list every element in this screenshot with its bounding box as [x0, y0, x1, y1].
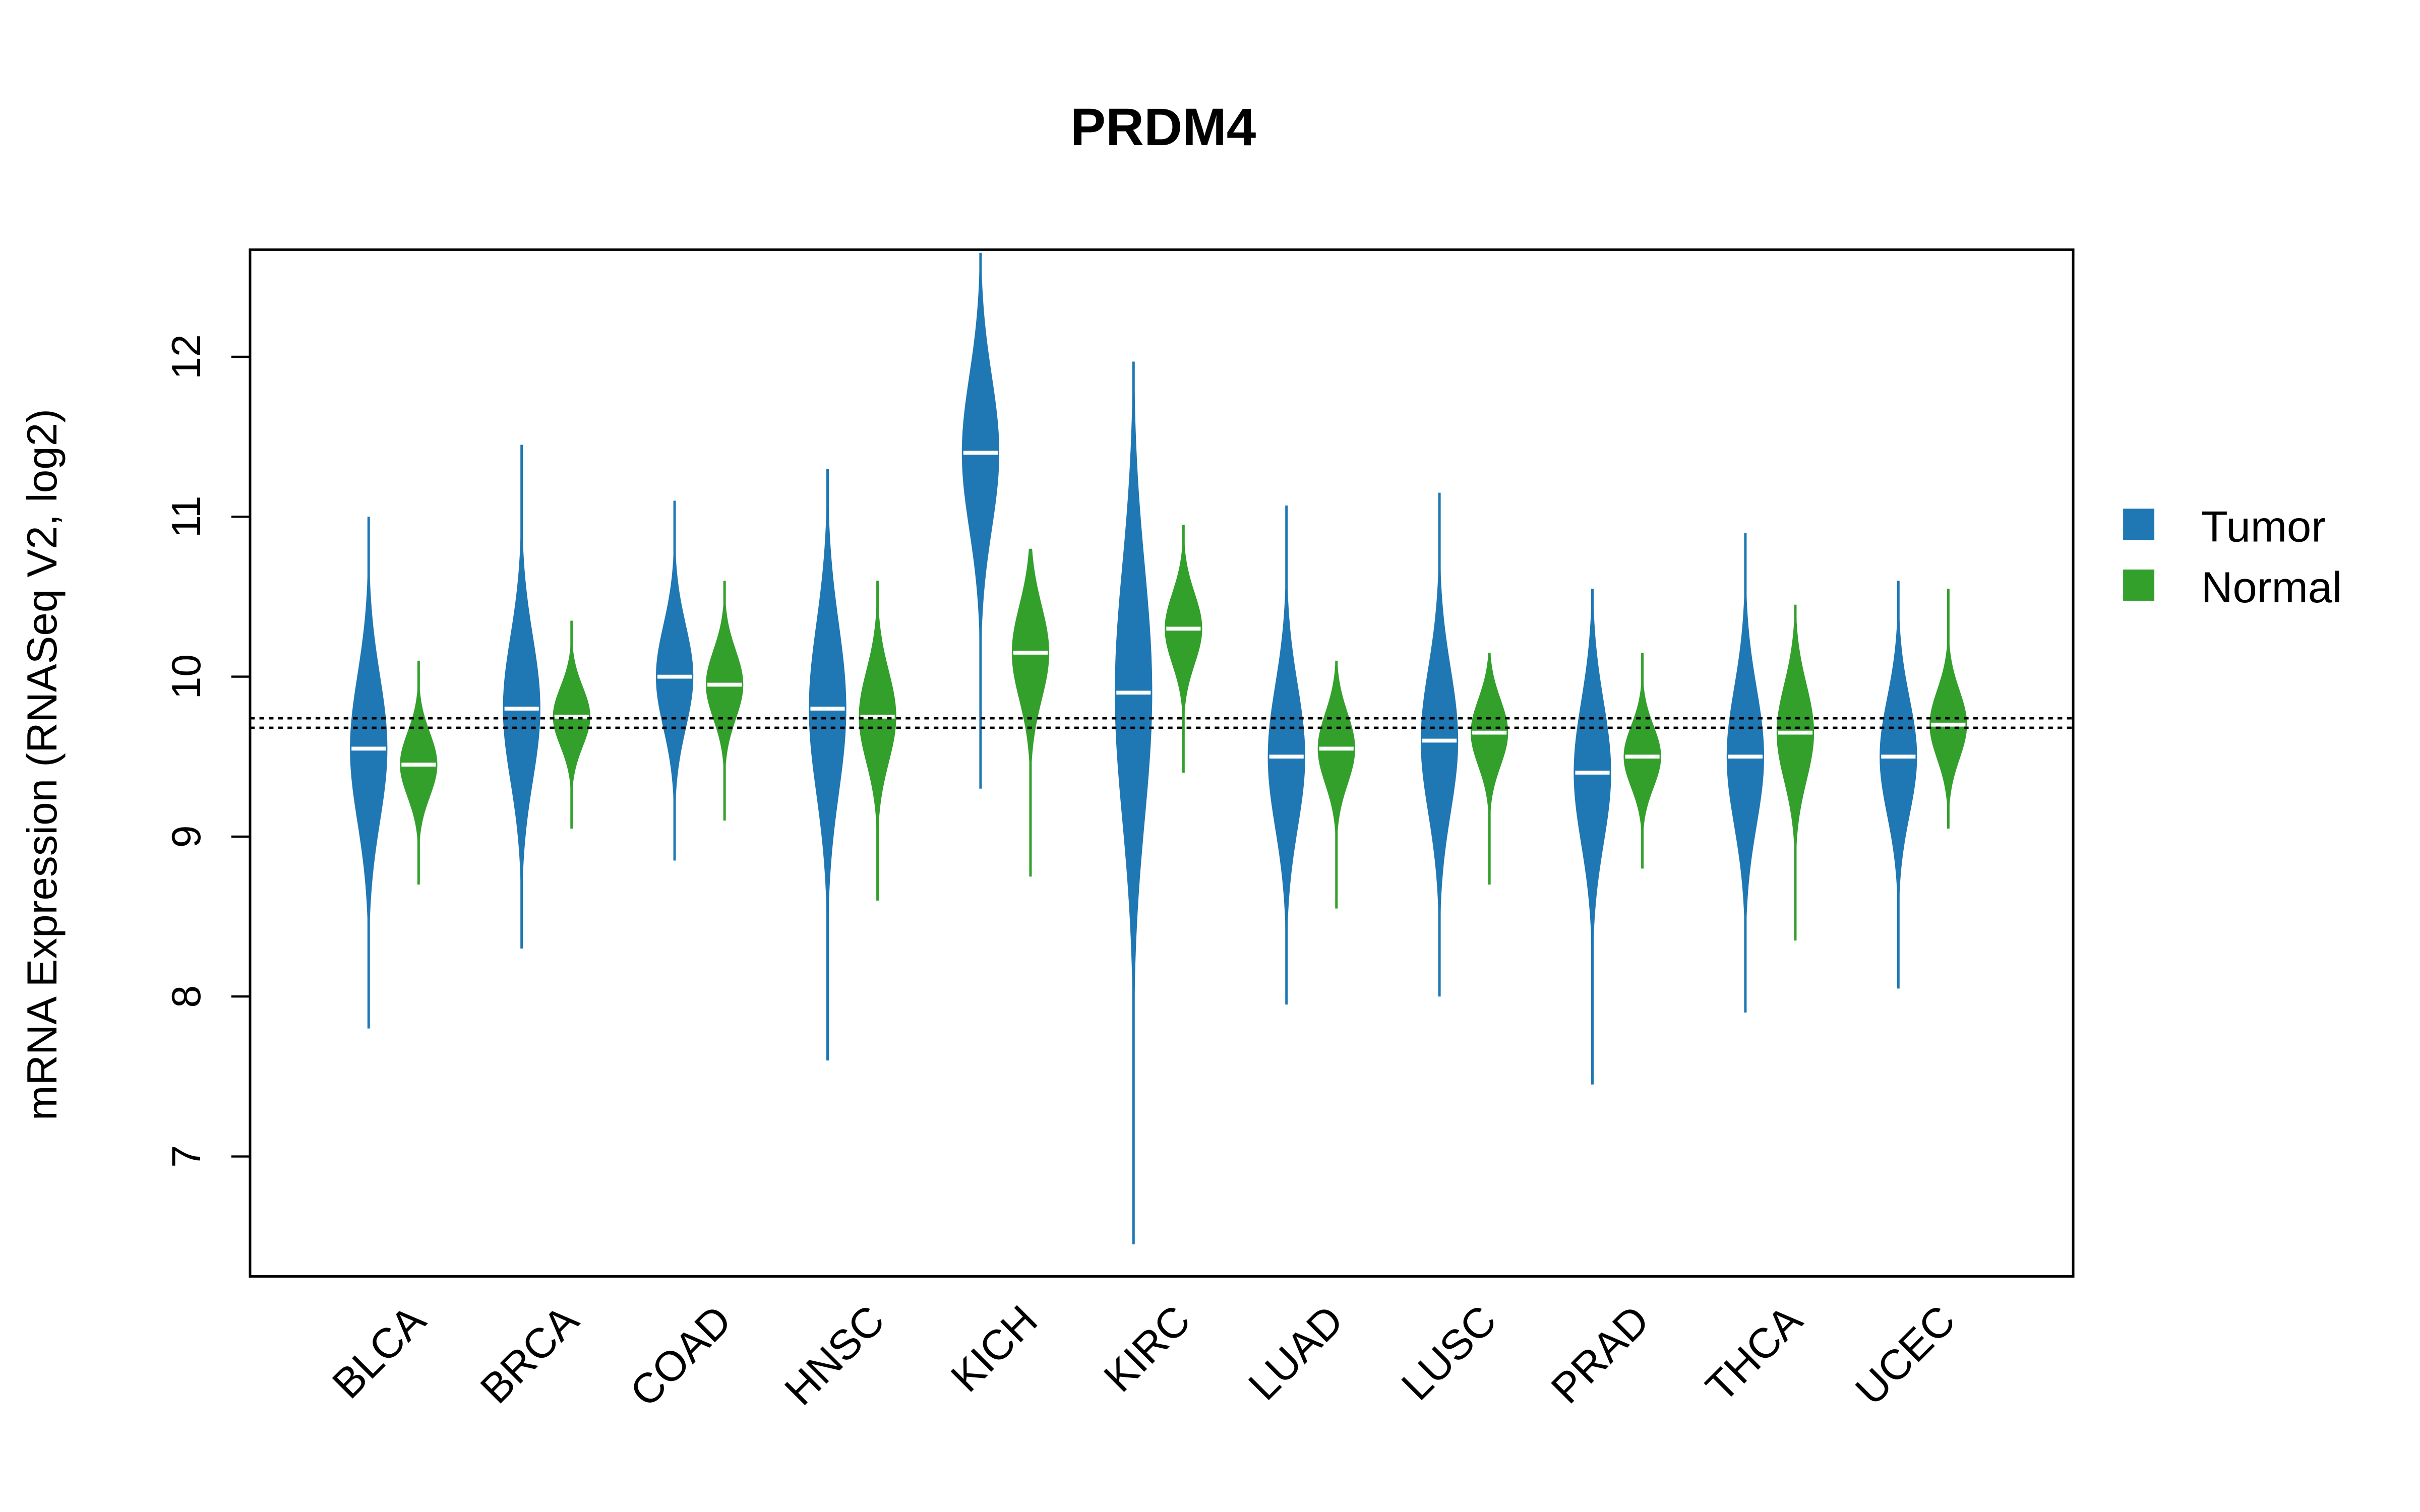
y-tick-label: 12 [164, 334, 209, 380]
x-tick-label: KICH [942, 1296, 1047, 1401]
y-axis-label: mRNA Expression (RNASeq V2, log2) [18, 409, 66, 1120]
y-tick-label: 9 [164, 826, 209, 848]
x-tick-label: BRCA [471, 1296, 587, 1412]
violin-normal-prad [1623, 652, 1661, 869]
violin-normal-blca [400, 660, 438, 885]
violin-normal-lusc [1471, 652, 1508, 885]
legend: Tumor Normal [2123, 502, 2342, 612]
violin-tumor-kirc [1115, 361, 1153, 1245]
violin-tumor-hnsc [809, 469, 846, 1061]
x-tick-label: LUAD [1239, 1296, 1352, 1409]
violin-tumor-lusc [1421, 492, 1459, 997]
legend-label-normal: Normal [2201, 563, 2342, 612]
violin-tumor-ucec [1880, 581, 1917, 989]
violin-normal-kich [1011, 548, 1050, 877]
violin-chart: PRDM4 mRNA Expression (RNASeq V2, log2) … [18, 98, 2342, 1416]
legend-label-tumor: Tumor [2201, 502, 2326, 551]
chart-title: PRDM4 [1070, 98, 1256, 157]
violin-normal-coad [706, 581, 744, 821]
violin-normal-kirc [1165, 525, 1202, 773]
y-tick-label: 10 [164, 654, 209, 700]
x-axis: BLCA BRCA COAD HNSC KICH KIRC LUAD LUSC PRAD THCA… [323, 1296, 1964, 1415]
plot-area [250, 253, 2074, 1245]
violin-tumor-blca [350, 517, 388, 1029]
y-axis: 7 8 9 10 11 12 [164, 334, 250, 1168]
violin-tumor-coad [655, 500, 694, 861]
violin-normal-brca [553, 620, 590, 829]
violin-tumor-thca [1726, 533, 1765, 1013]
y-tick-label: 7 [164, 1145, 209, 1168]
x-tick-label: HNSC [775, 1296, 893, 1414]
violin-normal-luad [1317, 660, 1355, 909]
x-tick-label: BLCA [323, 1296, 435, 1407]
violin-tumor-prad [1574, 589, 1611, 1085]
violin-normal-thca [1776, 604, 1814, 941]
x-tick-label: KIRC [1095, 1296, 1199, 1401]
violin-normal-ucec [1929, 589, 1967, 829]
x-tick-label: COAD [621, 1296, 740, 1416]
x-tick-label: LUSC [1392, 1296, 1505, 1409]
violin-tumor-kich [961, 253, 1000, 789]
legend-swatch-tumor [2123, 509, 2155, 540]
x-tick-label: PRAD [1542, 1296, 1658, 1413]
y-tick-label: 11 [164, 495, 209, 538]
x-tick-label: THCA [1697, 1296, 1811, 1411]
violin-tumor-brca [503, 445, 540, 949]
legend-swatch-normal [2123, 570, 2155, 601]
y-tick-label: 8 [164, 985, 209, 1008]
violin-normal-hnsc [859, 581, 896, 901]
x-tick-label: UCEC [1846, 1296, 1964, 1414]
